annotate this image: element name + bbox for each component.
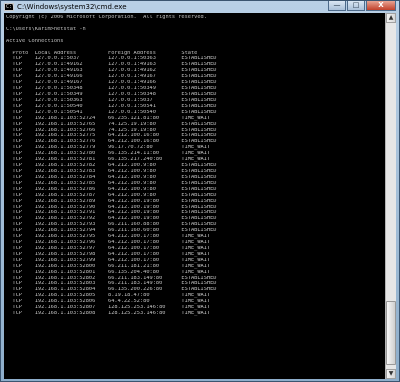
console-text: Copyright (c) 2006 Microsoft Corporation… (4, 13, 386, 317)
cmd-window: C:\ C:\Windows\system32\cmd.exe — □ X Co… (0, 0, 400, 382)
maximize-button[interactable]: □ (347, 1, 365, 11)
scroll-thumb[interactable] (386, 301, 396, 365)
close-button[interactable]: X (366, 1, 396, 11)
scroll-up-button[interactable]: ▲ (386, 13, 396, 23)
vertical-scrollbar[interactable]: ▲ ▼ (385, 13, 396, 379)
cmd-app-icon[interactable]: C:\ (4, 3, 15, 11)
scroll-down-button[interactable]: ▼ (386, 369, 396, 379)
console-output[interactable]: Copyright (c) 2006 Microsoft Corporation… (4, 13, 386, 379)
minimize-button[interactable]: — (328, 1, 346, 11)
window-title: C:\Windows\system32\cmd.exe (17, 3, 127, 11)
console-line: TCP 192.168.1.103:52808 128.125.253.146:… (6, 311, 211, 317)
title-bar[interactable]: C:\ C:\Windows\system32\cmd.exe — □ X (1, 1, 399, 13)
window-controls: — □ X (328, 1, 396, 11)
